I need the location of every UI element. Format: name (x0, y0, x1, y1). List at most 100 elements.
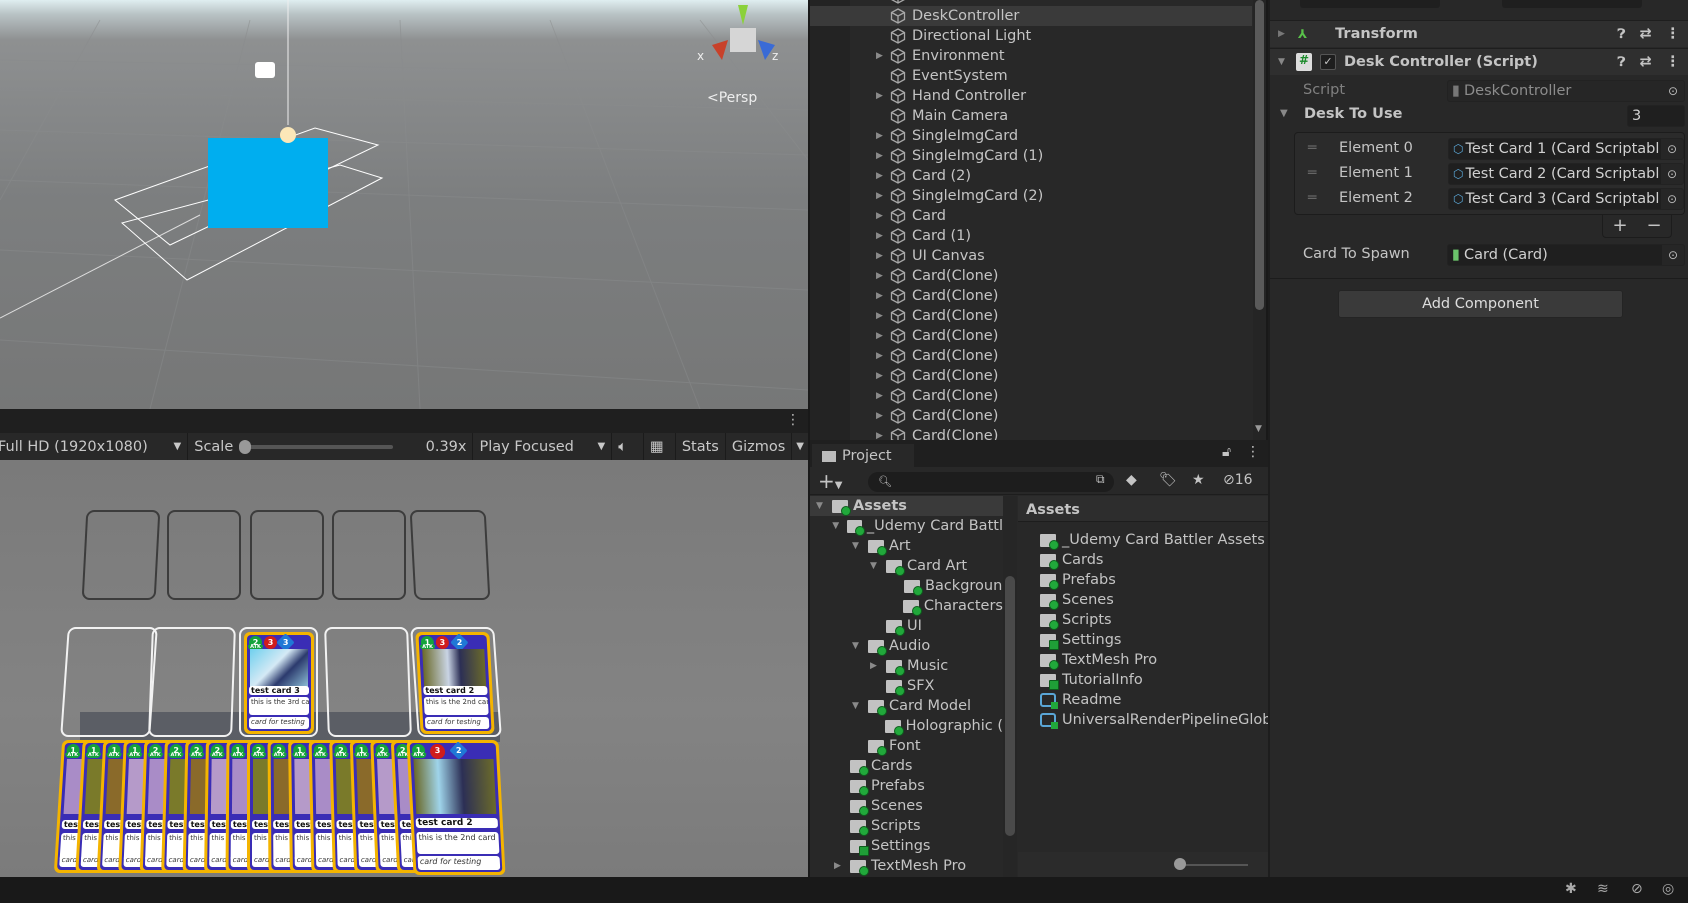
project-tree-item[interactable]: ▼ Card Model (810, 696, 1003, 716)
drag-handle-icon[interactable]: ═ (1308, 165, 1316, 181)
expand-arrow-icon[interactable]: ▶ (876, 311, 886, 321)
notifications-icon[interactable]: ◎ (1662, 881, 1674, 897)
favorites-icon[interactable]: ★ (1192, 472, 1205, 488)
drag-handle-icon[interactable]: ═ (1308, 190, 1316, 206)
element-field[interactable]: ⬡ Test Card 2 (Card Scriptabl ⊙ (1448, 163, 1684, 185)
tag-field[interactable] (1502, 0, 1642, 8)
scroll-down-icon[interactable]: ▼ (1255, 424, 1262, 434)
scrollbar-thumb[interactable] (1005, 576, 1015, 836)
project-tree-item[interactable]: Cards (810, 756, 1003, 776)
project-file-item[interactable]: _Udemy Card Battler Assets (1040, 530, 1265, 550)
expand-arrow-icon[interactable]: ▶ (876, 371, 886, 381)
network-icon[interactable]: ⊘ (1631, 881, 1643, 897)
remove-element-button[interactable]: − (1646, 215, 1661, 236)
expand-arrow-icon[interactable]: ▶ (876, 131, 886, 141)
game-view[interactable]: 2 ATK 3 3 test card 3 this is the 3rd ca… (0, 460, 808, 877)
expand-arrow-icon[interactable]: ▼ (1280, 108, 1288, 119)
icon-size-slider-thumb[interactable] (1174, 858, 1186, 870)
stats-button[interactable]: Stats (676, 433, 726, 460)
expand-arrow-icon[interactable]: ▶ (876, 411, 886, 421)
project-tree-item[interactable]: Scripts (810, 816, 1003, 836)
object-picker-icon[interactable]: ⊙ (1661, 164, 1683, 184)
project-file-item[interactable]: Cards (1040, 550, 1103, 570)
icon-size-slider[interactable] (1178, 864, 1248, 866)
project-tree-item[interactable]: SFX (810, 676, 1003, 696)
hierarchy-item[interactable]: ▶ Hand Controller (810, 86, 1252, 106)
project-breadcrumb[interactable]: Assets (1018, 496, 1268, 522)
expand-arrow-icon[interactable]: ▶ (876, 331, 886, 341)
collapse-arrow-icon[interactable]: ▶ (1278, 29, 1288, 39)
expand-arrow-icon[interactable]: ▶ (876, 251, 886, 261)
object-picker-icon[interactable]: ⊙ (1661, 139, 1683, 159)
add-component-button[interactable]: Add Component (1338, 290, 1623, 318)
desk-size-field[interactable]: 3 (1627, 105, 1685, 127)
drag-handle-icon[interactable]: ═ (1308, 140, 1316, 156)
object-picker-icon[interactable]: ⊙ (1661, 189, 1683, 209)
project-tree-item[interactable]: ▼ Card Art (810, 556, 1003, 576)
project-tree-item[interactable]: ▶ TextMesh Pro (810, 856, 1003, 876)
hierarchy-item[interactable]: DeskController (810, 6, 1252, 26)
presets-icon[interactable]: ⇄ (1639, 26, 1651, 42)
scale-slider-thumb[interactable] (239, 439, 252, 454)
search-input[interactable]: 🔍︎ (868, 472, 1114, 492)
project-file-item[interactable]: Scripts (1040, 610, 1112, 630)
enabled-checkbox[interactable]: ✓ (1320, 54, 1336, 70)
project-file-item[interactable]: Scenes (1040, 590, 1114, 610)
project-file-item[interactable]: TextMesh Pro (1040, 650, 1157, 670)
hierarchy-item[interactable]: ▶ Card(Clone) (810, 326, 1252, 346)
hierarchy-item[interactable]: ▶ SingleImgCard (1) (810, 146, 1252, 166)
project-tree-item[interactable]: ▼ Audio (810, 636, 1003, 656)
project-file-item[interactable]: Readme (1040, 690, 1121, 710)
card-to-spawn-field[interactable]: ▮ Card (Card) ⊙ (1447, 244, 1685, 266)
debug-icon[interactable]: ✱ (1565, 881, 1577, 897)
expand-arrow-icon[interactable]: ▶ (876, 431, 886, 440)
search-scope-icon[interactable]: ⧉ (1096, 472, 1105, 487)
expand-arrow-icon[interactable]: ▼ (870, 561, 886, 571)
hierarchy-item[interactable]: ▶ SingleImgCard (2) (810, 186, 1252, 206)
project-tree-item[interactable]: Settings (810, 836, 1003, 856)
project-tree-item[interactable]: Prefabs (810, 776, 1003, 796)
hierarchy-item[interactable]: ▶ Card(Clone) (810, 346, 1252, 366)
hand-card-test-card-2[interactable]: 1 ATK 3 2 test card 2 this is the 2nd ca… (406, 740, 506, 875)
scene-view[interactable]: x z <Persp (0, 0, 808, 409)
scale-slider[interactable] (239, 439, 394, 454)
project-file-item[interactable]: TutorialInfo (1040, 670, 1143, 690)
expand-arrow-icon[interactable]: ▼ (816, 501, 832, 511)
expand-arrow-icon[interactable]: ▶ (876, 391, 886, 401)
hierarchy-item[interactable]: ▶ Card(Clone) (810, 366, 1252, 386)
mute-audio-button[interactable]: 🔈︎ (612, 433, 645, 460)
hierarchy-item[interactable]: ▶ Card(Clone) (810, 286, 1252, 306)
hierarchy-item[interactable]: ▶ Card(Clone) (810, 386, 1252, 406)
more-menu-icon[interactable]: ⋮ (1246, 444, 1260, 460)
expand-arrow-icon[interactable]: ▶ (876, 151, 886, 161)
project-tree-item[interactable]: ▶ Music (810, 656, 1003, 676)
expand-arrow-icon[interactable]: ▼ (1278, 57, 1288, 67)
project-tree-item[interactable]: Holographic ( (810, 716, 1003, 736)
more-menu-icon[interactable]: ⋮ (1666, 26, 1681, 42)
expand-arrow-icon[interactable]: ▶ (876, 191, 886, 201)
hierarchy-item[interactable]: ▶ Card(Clone) (810, 426, 1252, 440)
object-picker-icon[interactable]: ⊙ (1662, 245, 1684, 265)
project-tab[interactable]: Project (812, 444, 914, 468)
cache-server-icon[interactable]: ≋ (1597, 881, 1609, 897)
expand-arrow-icon[interactable]: ▶ (876, 271, 886, 281)
hierarchy-item[interactable]: Directional Light (810, 26, 1252, 46)
layer-field[interactable] (1300, 0, 1440, 8)
hierarchy-item[interactable]: ▶ Card(Clone) (810, 306, 1252, 326)
project-tree-item[interactable]: Scenes (810, 796, 1003, 816)
project-file-item[interactable]: Settings (1040, 630, 1121, 650)
lock-icon[interactable]: 🔓︎ (1222, 444, 1231, 460)
resolution-dropdown[interactable]: Full HD (1920x1080) ▼ (0, 433, 189, 460)
expand-arrow-icon[interactable]: ▶ (876, 291, 886, 301)
desk-controller-component-header[interactable]: ▼ # ✓ Desk Controller (Script) ❓︎ ⇄ ⋮ (1270, 48, 1688, 75)
project-tree-item[interactable]: UI (810, 616, 1003, 636)
hierarchy-item[interactable]: Main Camera (810, 106, 1252, 126)
more-menu-icon[interactable]: ⋮ (786, 412, 800, 428)
hierarchy-item[interactable]: ▶ Card(Clone) (810, 266, 1252, 286)
create-button[interactable]: +▼ (818, 469, 842, 493)
expand-arrow-icon[interactable]: ▼ (852, 541, 868, 551)
hierarchy-item[interactable]: ▶ Environment (810, 46, 1252, 66)
expand-arrow-icon[interactable]: ▶ (876, 231, 886, 241)
expand-arrow-icon[interactable]: ▶ (876, 351, 886, 361)
presets-icon[interactable]: ⇄ (1639, 54, 1651, 70)
